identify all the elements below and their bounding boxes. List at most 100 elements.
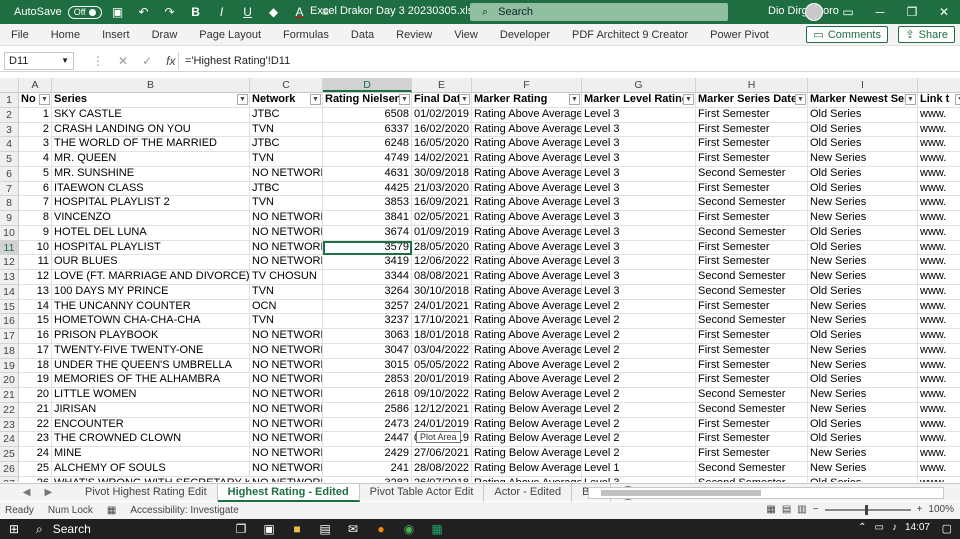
column-header[interactable]: B (52, 78, 250, 92)
table-cell[interactable]: Level 3 (582, 211, 696, 226)
table-cell[interactable]: Level 3 (582, 196, 696, 211)
table-cell[interactable]: MR. QUEEN (52, 152, 250, 167)
filter-dropdown-icon[interactable]: ▼ (569, 94, 580, 105)
table-cell[interactable]: Level 1 (582, 461, 696, 477)
table-cell[interactable]: Rating Below Average (472, 447, 582, 462)
table-cell[interactable]: First Semester (696, 329, 808, 344)
table-cell[interactable]: 12/12/2021 (412, 402, 472, 418)
network-icon[interactable]: ▭ (875, 522, 884, 533)
table-cell[interactable]: TVN (250, 122, 323, 138)
table-cell[interactable]: NO NETWORK (250, 417, 323, 433)
column-title[interactable]: Link t ▼ (918, 93, 960, 108)
table-cell[interactable]: Level 2 (582, 447, 696, 462)
table-cell[interactable]: 01/09/2019 (412, 225, 472, 241)
table-cell[interactable]: 01/02/2019 (412, 107, 472, 123)
menu-item[interactable]: Insert (91, 29, 141, 41)
table-cell[interactable]: HOSPITAL PLAYLIST (52, 240, 250, 256)
table-cell[interactable]: First Semester (696, 447, 808, 462)
table-cell[interactable]: New Series (808, 358, 918, 374)
table-cell[interactable]: www. (918, 373, 960, 388)
table-cell[interactable]: 9 (19, 225, 52, 241)
table-cell[interactable]: 18/01/2018 (412, 329, 472, 344)
normal-view-icon[interactable]: ▦ (766, 504, 775, 515)
column-header[interactable]: A (19, 78, 52, 92)
table-cell[interactable]: 24 (19, 447, 52, 462)
sheet-tab[interactable]: Actor - Edited (484, 483, 573, 502)
table-cell[interactable]: Rating Below Average (472, 388, 582, 403)
table-cell[interactable]: 12 (19, 270, 52, 285)
table-cell[interactable]: Level 2 (582, 388, 696, 403)
table-cell[interactable]: www. (918, 211, 960, 226)
table-cell[interactable]: JTBC (250, 181, 323, 197)
row-header[interactable]: 19 (0, 358, 19, 374)
table-cell[interactable]: Rating Above Average (472, 343, 582, 359)
table-cell[interactable]: www. (918, 477, 960, 483)
italic-icon[interactable]: I (212, 5, 232, 19)
menu-item[interactable]: Draw (141, 29, 189, 41)
column-title[interactable]: Final Date ▼ (412, 93, 472, 108)
table-cell[interactable]: 2447 (323, 432, 412, 447)
table-cell[interactable]: 5 (19, 166, 52, 182)
column-header[interactable]: D (323, 78, 412, 92)
row-header[interactable]: 9 (0, 211, 19, 226)
row-header[interactable]: 11 (0, 240, 19, 256)
table-cell[interactable]: 3 (19, 137, 52, 152)
table-cell[interactable]: MINE (52, 447, 250, 462)
zoom-level[interactable]: 100% (928, 504, 954, 515)
table-cell[interactable]: Level 3 (582, 476, 696, 482)
page-layout-icon[interactable]: ▤ (782, 504, 791, 515)
table-cell[interactable]: First Semester (696, 432, 808, 447)
row-header[interactable]: 23 (0, 417, 19, 433)
comments-button[interactable]: ▭ Comments (806, 26, 888, 43)
table-cell[interactable]: www. (918, 300, 960, 315)
table-cell[interactable]: www. (918, 196, 960, 211)
table-cell[interactable]: 08/08/2021 (412, 270, 472, 285)
table-cell[interactable]: Second Semester (696, 196, 808, 211)
table-cell[interactable]: Second Semester (696, 270, 808, 285)
table-cell[interactable]: 3257 (323, 299, 412, 315)
table-cell[interactable]: New Series (808, 461, 918, 477)
table-cell[interactable]: JTBC (250, 137, 323, 152)
table-cell[interactable]: 2586 (323, 402, 412, 418)
table-cell[interactable]: Second Semester (696, 166, 808, 182)
table-cell[interactable]: 23 (19, 432, 52, 447)
table-cell[interactable]: Rating Above Average (472, 255, 582, 270)
table-cell[interactable]: THE CROWNED CLOWN (52, 432, 250, 447)
row-header[interactable]: 10 (0, 225, 19, 241)
table-cell[interactable]: Rating Above Average (472, 299, 582, 315)
table-cell[interactable]: 3063 (323, 329, 412, 344)
filter-dropdown-icon[interactable]: ▼ (39, 94, 50, 105)
table-cell[interactable]: NO NETWORK (250, 402, 323, 418)
table-cell[interactable]: Level 3 (582, 152, 696, 167)
table-cell[interactable]: MR. SUNSHINE (52, 166, 250, 182)
table-cell[interactable]: Level 3 (582, 166, 696, 182)
table-cell[interactable]: ENCOUNTER (52, 417, 250, 433)
row-header[interactable]: 25 (0, 447, 19, 462)
row-header[interactable]: 4 (0, 137, 19, 152)
sheet-tab[interactable]: Highest Rating - Edited (217, 483, 360, 502)
ribbon-display-icon[interactable]: ▭ (832, 0, 864, 24)
table-cell[interactable]: 3841 (323, 211, 412, 226)
table-cell[interactable]: NO NETWORK (250, 373, 323, 388)
table-cell[interactable]: 13 (19, 284, 52, 300)
table-cell[interactable]: www. (918, 329, 960, 344)
table-cell[interactable]: 17 (19, 343, 52, 359)
table-cell[interactable]: Level 3 (582, 181, 696, 197)
table-cell[interactable]: Old Series (808, 181, 918, 197)
table-cell[interactable]: 27/06/2021 (412, 447, 472, 462)
table-cell[interactable]: 4631 (323, 166, 412, 182)
menu-item[interactable]: Home (40, 29, 91, 41)
table-cell[interactable]: NO NETWORK (250, 358, 323, 374)
volume-icon[interactable]: ♪ (892, 522, 897, 533)
table-cell[interactable]: Old Series (808, 284, 918, 300)
table-cell[interactable]: Second Semester (696, 314, 808, 329)
table-cell[interactable]: New Series (808, 299, 918, 315)
column-header[interactable]: C (250, 78, 323, 92)
table-cell[interactable]: 6508 (323, 107, 412, 123)
table-cell[interactable]: WHAT'S WRONG WITH SECRETARY KIM (52, 476, 250, 482)
close-icon[interactable]: ✕ (928, 0, 960, 24)
table-cell[interactable]: 2853 (323, 373, 412, 388)
table-cell[interactable]: 2618 (323, 388, 412, 403)
table-cell[interactable]: NO NETWORK (250, 476, 323, 482)
row-header[interactable]: 7 (0, 181, 19, 197)
